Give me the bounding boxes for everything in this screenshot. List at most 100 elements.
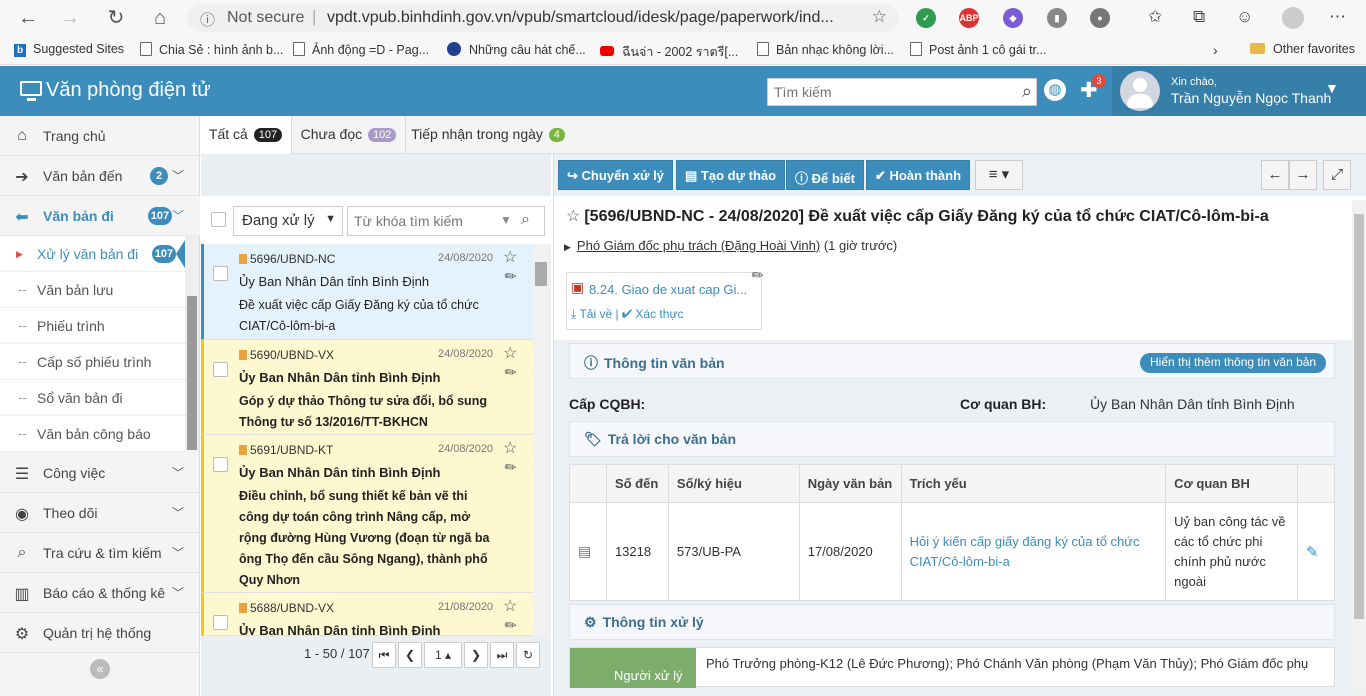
bookmark-item[interactable]: Chia Sẻ : hình ảnh b... bbox=[140, 42, 283, 57]
favorites-icon[interactable]: ✩ bbox=[1148, 7, 1162, 27]
star-icon[interactable]: ☆ bbox=[503, 343, 517, 363]
search-input[interactable] bbox=[768, 79, 1003, 105]
sidebar-item-incoming[interactable]: ➔ Văn bản đến 2 ﹀ bbox=[0, 156, 200, 196]
status-select[interactable]: Đang xử lý ▼ bbox=[233, 206, 343, 236]
sidebar-item-outgoing[interactable]: ⬅ Văn bản đi 107 ﹀ bbox=[0, 196, 200, 236]
fyi-button[interactable]: ⓘ Để biết bbox=[786, 160, 864, 190]
chevron-down-icon: ﹀ bbox=[172, 586, 185, 600]
url-text[interactable]: vpdt.vpub.binhdinh.gov.vn/vpub/smartclou… bbox=[327, 9, 867, 27]
bookmark-suggested[interactable]: b Suggested Sites bbox=[14, 42, 124, 57]
download-link[interactable]: ⤓ Tải về bbox=[571, 307, 612, 321]
refresh-icon[interactable]: ↻ bbox=[516, 642, 540, 668]
shield-extension-icon[interactable]: ✓ bbox=[916, 8, 936, 28]
info-icon[interactable]: ⓘ bbox=[200, 9, 215, 30]
show-more-button[interactable]: Hiển thị thêm thông tin văn bản bbox=[1140, 353, 1327, 373]
sidebar-item-report[interactable]: ▥ Báo cáo & thống kê ﹀ bbox=[0, 573, 200, 613]
sidebar-item-work[interactable]: ☰ Công việc ﹀ bbox=[0, 453, 200, 493]
home-icon[interactable]: ⌂ bbox=[148, 6, 172, 30]
star-icon[interactable]: ☆ bbox=[503, 596, 517, 616]
list-item[interactable]: 5696/UBND-NC 24/08/2020 ☆ ✎ Ủy Ban Nhân … bbox=[201, 244, 533, 340]
star-icon[interactable]: ☆ bbox=[566, 208, 580, 225]
expand-button[interactable]: ⤢ bbox=[1323, 160, 1351, 190]
list-scrollbar-thumb[interactable] bbox=[535, 262, 547, 286]
collapse-sidebar-icon[interactable]: « bbox=[90, 659, 110, 679]
select-all-checkbox[interactable] bbox=[211, 212, 226, 227]
search-icon[interactable]: ⌕ bbox=[1022, 81, 1032, 102]
more-actions-button[interactable]: ≡ ▾ bbox=[975, 160, 1023, 190]
globe-icon[interactable]: ◍ bbox=[1044, 79, 1066, 101]
page-select[interactable]: 1 ▴ bbox=[424, 642, 462, 668]
cell-summary-link[interactable]: Hỏi ý kiến cấp giấy đăng ký của tổ chức … bbox=[900, 502, 1167, 601]
last-page-icon[interactable]: ⏭ bbox=[490, 642, 514, 668]
sidebar-subitem-archive[interactable]: -- Văn bản lưu bbox=[0, 272, 185, 308]
search-icon[interactable]: ⌕ bbox=[521, 211, 530, 229]
bookmark-item[interactable]: Ảnh động =D - Pag... bbox=[293, 42, 429, 57]
forward-icon[interactable]: → bbox=[58, 6, 82, 30]
next-page-icon[interactable]: ❯ bbox=[464, 642, 488, 668]
global-search: ⌕ bbox=[767, 78, 1037, 106]
complete-button[interactable]: ✔ Hoàn thành bbox=[866, 160, 971, 190]
next-doc-button[interactable]: → bbox=[1289, 160, 1317, 190]
feedback-icon[interactable]: ☺ bbox=[1236, 7, 1253, 27]
sidebar-subitem-gazette[interactable]: -- Văn bản công báo bbox=[0, 416, 185, 452]
assignee-link[interactable]: Phó Giám đốc phụ trách (Đặng Hoài Vinh) bbox=[577, 238, 820, 253]
more-menu-icon[interactable]: ⋯ bbox=[1329, 7, 1346, 27]
bookmark-item[interactable]: Post ảnh 1 cô gái tr... bbox=[910, 42, 1046, 57]
prev-doc-button[interactable]: ← bbox=[1261, 160, 1289, 190]
row-checkbox[interactable] bbox=[213, 457, 228, 472]
collections-icon[interactable]: ⧉ bbox=[1193, 7, 1205, 27]
extension-icon[interactable]: ◆ bbox=[1003, 8, 1023, 28]
sidebar-item-admin[interactable]: ⚙ Quản trị hệ thống bbox=[0, 613, 200, 653]
app-title[interactable]: Văn phòng điện tử bbox=[46, 79, 211, 102]
list-scrollbar[interactable] bbox=[533, 244, 549, 636]
paperclip-icon: ✎ bbox=[747, 265, 768, 286]
detail-scrollbar-thumb[interactable] bbox=[1354, 214, 1364, 619]
attachment-name[interactable]: 8.24. Giao de xuat cap Gi... bbox=[589, 282, 747, 297]
sidebar-item-home[interactable]: ⌂ Trang chủ bbox=[0, 116, 200, 156]
sidebar-scrollbar-thumb[interactable] bbox=[187, 296, 197, 450]
verify-link[interactable]: ✔ Xác thực bbox=[622, 307, 684, 321]
tab-unread[interactable]: Chưa đọc 102 bbox=[292, 116, 406, 154]
create-draft-button[interactable]: ▤ Tạo dự thảo bbox=[676, 160, 786, 190]
forward-button[interactable]: ↪ Chuyển xử lý bbox=[558, 160, 673, 190]
sidebar-subitem-process-outgoing[interactable]: ▶ Xử lý văn bản đi 107 bbox=[0, 236, 185, 272]
star-icon[interactable]: ☆ bbox=[503, 247, 517, 267]
extension-icon-3[interactable]: ● bbox=[1090, 8, 1110, 28]
sidebar-subitem-submission[interactable]: -- Phiếu trình bbox=[0, 308, 185, 344]
row-checkbox[interactable] bbox=[213, 362, 228, 377]
first-page-icon[interactable]: ⏮ bbox=[372, 642, 396, 668]
table-row[interactable]: ▤ 13218 573/UB-PA 17/08/2020 Hỏi ý kiến … bbox=[569, 502, 1336, 601]
reload-icon[interactable]: ↻ bbox=[104, 6, 128, 30]
user-menu[interactable]: Xin chào, Trần Nguyễn Ngọc Thanh ▼ bbox=[1112, 66, 1366, 116]
prev-page-icon[interactable]: ❮ bbox=[398, 642, 422, 668]
dropdown-caret-icon[interactable]: ▼ bbox=[500, 213, 512, 227]
favorite-star-icon[interactable]: ☆ bbox=[872, 7, 887, 27]
tab-received-today[interactable]: Tiếp nhận trong ngày 4 bbox=[406, 116, 570, 154]
paperclip-icon[interactable]: ✎ bbox=[1296, 502, 1336, 601]
other-favorites[interactable]: Other favorites bbox=[1250, 42, 1355, 56]
sidebar-item-follow[interactable]: ◉ Theo dõi ﹀ bbox=[0, 493, 200, 533]
sidebar-item-lookup[interactable]: ⌕ Tra cứu & tìm kiếm ﹀ bbox=[0, 533, 200, 573]
address-bar[interactable]: ⓘ Not secure | vpdt.vpub.binhdinh.gov.vn… bbox=[187, 4, 899, 32]
bookmark-item[interactable]: ฉีนจ่า - 2002 ราตรี[... bbox=[600, 42, 738, 62]
column-header: Ngày văn bản bbox=[798, 464, 902, 503]
extension-icon-2[interactable]: ▮ bbox=[1047, 8, 1067, 28]
sidebar-subitem-registry[interactable]: -- Sổ văn bản đi bbox=[0, 380, 185, 416]
row-checkbox[interactable] bbox=[213, 266, 228, 281]
list-item[interactable]: 5690/UBND-VX 24/08/2020 ☆ ✎ Ủy Ban Nhân … bbox=[201, 340, 533, 435]
bookmarks-overflow-icon[interactable]: › bbox=[1213, 42, 1218, 58]
sidebar-subitem-numbering[interactable]: -- Cấp số phiếu trình bbox=[0, 344, 185, 380]
bookmark-item[interactable]: Những câu hát chế... bbox=[447, 42, 586, 57]
list-item[interactable]: 5688/UBND-VX 21/08/2020 ☆ ✎ Ủy Ban Nhân … bbox=[201, 593, 533, 636]
tab-all[interactable]: Tất cả 107 bbox=[200, 116, 292, 154]
profile-avatar-icon[interactable] bbox=[1282, 7, 1304, 29]
caret-right-icon[interactable]: ▶ bbox=[564, 242, 571, 252]
row-checkbox[interactable] bbox=[213, 615, 228, 630]
adblock-extension-icon[interactable]: ABP bbox=[959, 8, 979, 28]
bookmark-item[interactable]: Bản nhạc không lời... bbox=[757, 42, 894, 57]
keyword-input[interactable] bbox=[348, 207, 498, 235]
button-label: Tạo dự thảo bbox=[700, 168, 777, 183]
star-icon[interactable]: ☆ bbox=[503, 438, 517, 458]
back-icon[interactable]: ← bbox=[16, 6, 40, 30]
list-item[interactable]: 5691/UBND-KT 24/08/2020 ☆ ✎ Ủy Ban Nhân … bbox=[201, 435, 533, 593]
